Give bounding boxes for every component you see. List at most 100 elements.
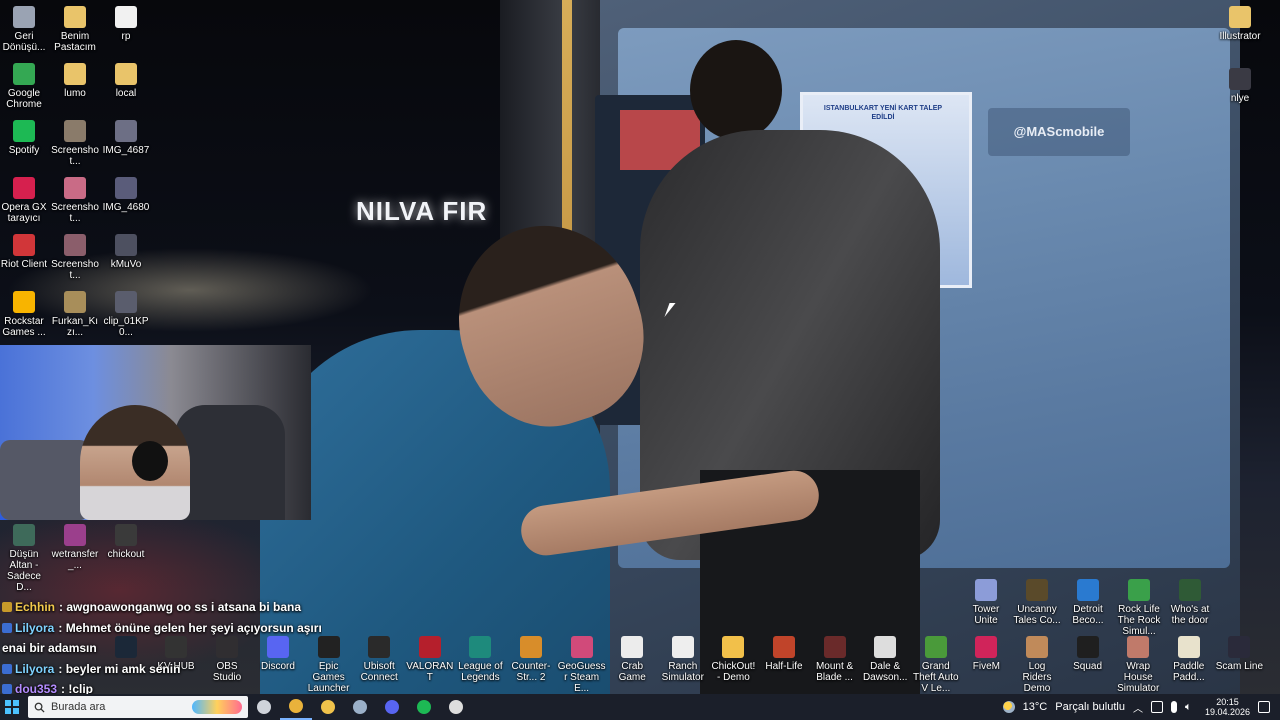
desktop-icon-benim-pastac-m[interactable]: Benim Pastacım — [51, 6, 99, 53]
taskbar-app-chrome[interactable] — [280, 694, 312, 720]
taskbar-app-file-explorer[interactable] — [312, 694, 344, 720]
geoguessr-icon — [570, 636, 593, 658]
taskbar-apps — [248, 694, 472, 720]
desktop-icon-half-life[interactable]: Half-Life — [760, 636, 808, 672]
windows-icon — [5, 700, 19, 714]
desktop-icon-screenshot[interactable]: Screenshot... — [51, 120, 99, 167]
desktop-icon-illustrator[interactable]: Illustrator — [1216, 6, 1264, 42]
desktop-icon-geoguessr-steam-e[interactable]: GeoGuessr Steam E... — [558, 636, 606, 694]
desktop-icon-kmuvo[interactable]: kMuVo — [102, 234, 150, 270]
chat-text: : Mehmet önüne gelen her şeyi açıyorsun … — [58, 620, 322, 635]
desktop-icon-detroit-beco[interactable]: Detroit Beco... — [1064, 579, 1112, 626]
volume-icon[interactable]: 🔈︎ — [1185, 701, 1197, 713]
desktop-icon-screenshot[interactable]: Screenshot... — [51, 234, 99, 281]
chat-username: Lilyora — [15, 661, 55, 676]
desktop-icon-spotify[interactable]: Spotify — [0, 120, 48, 156]
desktop-icon-log-riders-demo[interactable]: Log Riders Demo — [1013, 636, 1061, 694]
desktop-icon-label: VALORANT — [406, 661, 454, 683]
desktop-icon-label: Screenshot... — [51, 202, 99, 224]
desktop-icon-label: clip_01KP0... — [103, 316, 149, 338]
chat-username: Lilyora — [15, 620, 55, 635]
desktop-icon-scam-line[interactable]: Scam Line — [1215, 636, 1263, 672]
desktop-icon-label: Dale & Dawson... — [862, 661, 908, 683]
desktop-icon-chickout-demo[interactable]: ChickOut! - Demo — [709, 636, 757, 683]
desktop-icon-dale-dawson[interactable]: Dale & Dawson... — [861, 636, 909, 683]
desktop-icon-google-chrome[interactable]: Google Chrome — [0, 63, 48, 110]
weather-icon[interactable] — [1002, 701, 1015, 713]
desktop-icon-label: Log Riders Demo — [1022, 661, 1052, 694]
desktop-icon-lumo[interactable]: lumo — [51, 63, 99, 99]
fivem-icon — [975, 636, 998, 658]
desktop-icon-tower-unite[interactable]: Tower Unite — [962, 579, 1010, 626]
desktop-icon-chickout[interactable]: chickout — [102, 524, 150, 560]
desktop-icon-paddle-padd[interactable]: Paddle Padd... — [1165, 636, 1213, 683]
desktop-icon-screenshot[interactable]: Screenshot... — [51, 177, 99, 224]
start-button[interactable] — [0, 694, 24, 720]
desktop-icon-riot-client[interactable]: Riot Client — [0, 234, 48, 270]
weather-temp[interactable]: 13°C — [1023, 701, 1048, 713]
game-icon — [1177, 636, 1200, 658]
game-icon — [1179, 579, 1201, 601]
desktop-icon-furkan-k-z[interactable]: Furkan_Kızı... — [51, 291, 99, 338]
desktop-icon-label: Grand Theft Auto V Le... — [913, 661, 959, 694]
desktop-icon-ranch-simulator[interactable]: Ranch Simulator — [659, 636, 707, 683]
notifications-icon[interactable] — [1258, 701, 1270, 713]
desktop-icon-label: League of Legends — [458, 661, 503, 683]
network-icon[interactable] — [1150, 701, 1163, 713]
desktop-icon-clip-01kp0[interactable]: clip_01KP0... — [102, 291, 150, 338]
weather-desc[interactable]: Parçalı bulutlu — [1055, 701, 1125, 713]
desktop-icon-ubisoft-connect[interactable]: Ubisoft Connect — [355, 636, 403, 683]
taskbar-search[interactable]: Burada ara — [28, 696, 248, 718]
desktop-icon-img-4687[interactable]: IMG_4687 — [102, 120, 150, 156]
desktop-icon-nlye[interactable]: nlye — [1216, 68, 1264, 104]
clock-date: 19.04.2026 — [1204, 707, 1250, 717]
desktop-icon-d-n-altan-sadece-d[interactable]: Düşün Altan - Sadece D... — [0, 524, 48, 593]
headset-icon — [132, 441, 168, 481]
chevron-up-icon[interactable]: ︿ — [1133, 700, 1143, 715]
spotify-icon — [417, 700, 431, 714]
desktop-icon-opera-gx-taray-c[interactable]: Opera GX tarayıcı — [0, 177, 48, 224]
desktop-icon-rp[interactable]: rp — [102, 6, 150, 42]
desktop-icon-geri-d-n[interactable]: Geri Dönüşü... — [0, 6, 48, 53]
webcam-overlay — [0, 345, 311, 520]
desktop-icon-league-of-legends[interactable]: League of Legends — [456, 636, 504, 683]
cam-sofa — [0, 440, 90, 520]
desktop-icon-squad[interactable]: Squad — [1064, 636, 1112, 672]
taskbar-app-obs[interactable] — [440, 694, 472, 720]
info-poster-title: ISTANBULKART YENİ KART TALEP EDİLDİ — [823, 105, 943, 121]
desktop-icon-who-s-at-the-door[interactable]: Who's at the door — [1166, 579, 1214, 626]
instagram-sticker: @MAScmobile — [988, 108, 1130, 156]
crab-game-icon — [621, 636, 644, 658]
desktop-icon-label: Detroit Beco... — [1072, 604, 1104, 626]
taskbar-app-spotify[interactable] — [408, 694, 440, 720]
desktop-icon-label: IMG_4680 — [102, 202, 150, 213]
desktop-icon-wetransfer[interactable]: wetransfer_... — [51, 524, 99, 571]
taskbar-app-steam[interactable] — [344, 694, 376, 720]
clock-time: 20:15 — [1216, 697, 1239, 707]
desktop-icon-uncanny-tales-co[interactable]: Uncanny Tales Co... — [1013, 579, 1061, 626]
desktop-icon-mount-blade[interactable]: Mount & Blade ... — [811, 636, 859, 683]
folder-icon — [1229, 6, 1251, 28]
valorant-icon — [418, 636, 441, 658]
desktop-icon-grand-theft-auto-v-le[interactable]: Grand Theft Auto V Le... — [912, 636, 960, 694]
microphone-icon[interactable] — [1170, 701, 1177, 713]
desktop-icon-local[interactable]: local — [102, 63, 150, 99]
game-icon — [1026, 579, 1048, 601]
chat-overlay: Echhin: awgnoawonganwg oo ss i atsana bi… — [2, 597, 322, 700]
desktop-icon-counter-str-2[interactable]: Counter-Str... 2 — [507, 636, 555, 683]
task-view-icon — [257, 700, 271, 714]
desktop-icon-img-4680[interactable]: IMG_4680 — [102, 177, 150, 213]
desktop-icon-rockstar-games[interactable]: Rockstar Games ... — [0, 291, 48, 338]
desktop-icon-valorant[interactable]: VALORANT — [406, 636, 454, 683]
taskbar-app-task-view[interactable] — [248, 694, 280, 720]
desktop-icon-label: nlye — [1230, 93, 1250, 104]
desktop-icon-fivem[interactable]: FiveM — [962, 636, 1010, 672]
desktop-icon-rock-life-the-rock-simul[interactable]: Rock Life The Rock Simul... — [1115, 579, 1163, 637]
gta-icon — [924, 636, 947, 658]
image-icon — [64, 177, 86, 199]
taskbar-app-discord[interactable] — [376, 694, 408, 720]
league-icon — [469, 636, 492, 658]
desktop-icon-crab-game[interactable]: Crab Game — [608, 636, 656, 683]
video-icon — [115, 234, 137, 256]
clock[interactable]: 20:15 19.04.2026 — [1205, 697, 1250, 717]
